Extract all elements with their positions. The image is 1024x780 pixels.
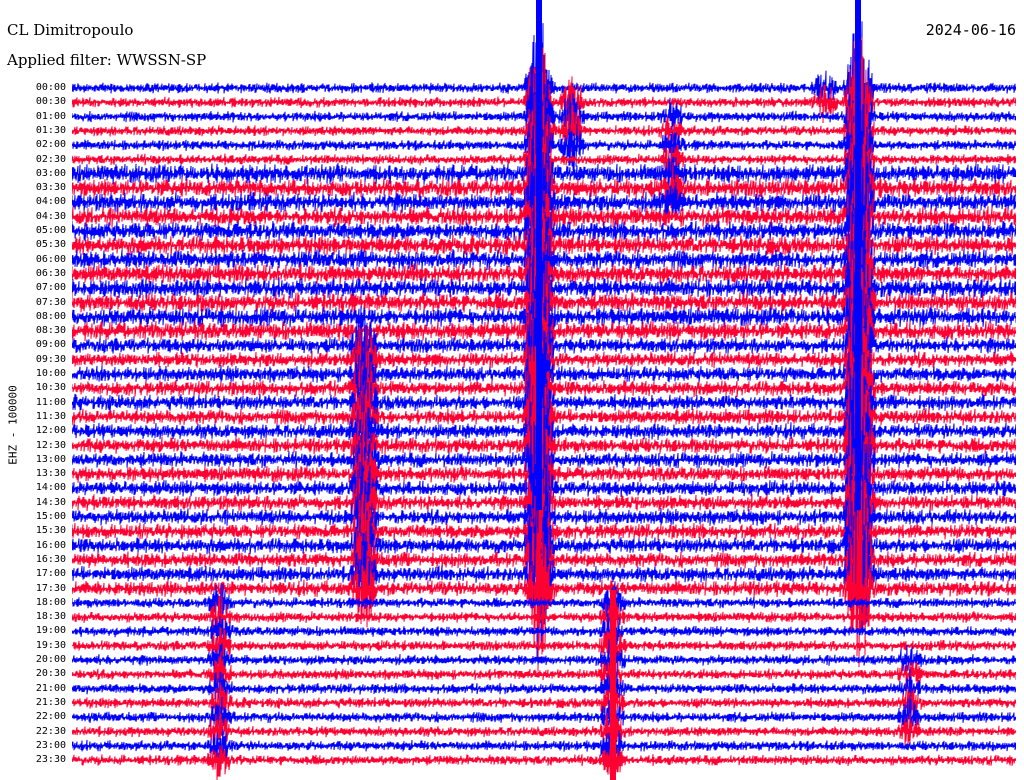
time-label: 18:30 (35, 611, 66, 623)
time-label: 15:30 (35, 525, 66, 537)
time-label: 20:00 (35, 654, 66, 665)
time-label: 19:00 (35, 625, 66, 637)
time-label: 03:00 (35, 167, 66, 179)
time-label: 20:30 (35, 668, 66, 680)
event-burst (536, 0, 542, 510)
time-label: 07:00 (35, 282, 66, 294)
time-label: 23:30 (35, 754, 66, 766)
time-label: 09:00 (35, 339, 66, 351)
time-label: 19:30 (35, 639, 66, 651)
time-label: 13:00 (35, 453, 66, 465)
time-label: 00:30 (35, 96, 66, 108)
time-label: 12:00 (35, 425, 66, 437)
time-label: 01:00 (35, 110, 66, 122)
time-label: 12:30 (35, 439, 66, 451)
seismogram-plot (72, 0, 1016, 780)
time-label: 23:00 (35, 739, 66, 751)
time-label: 01:30 (35, 124, 66, 136)
time-label: 17:00 (35, 568, 66, 580)
time-label: 22:30 (35, 725, 66, 737)
time-label: 04:30 (35, 210, 66, 222)
time-label: 13:30 (35, 468, 66, 480)
time-label: 11:30 (35, 410, 66, 422)
time-label: 05:00 (35, 225, 66, 236)
time-label: 11:00 (35, 396, 66, 408)
time-label: 02:30 (35, 153, 66, 165)
time-label: 08:00 (35, 310, 66, 322)
time-label: 10:30 (35, 382, 66, 394)
time-label: 14:30 (35, 496, 66, 508)
time-label: 09:30 (35, 353, 66, 365)
time-label: 02:00 (35, 139, 66, 151)
time-label: 04:00 (35, 196, 66, 208)
time-label: 18:00 (35, 596, 66, 608)
time-label: 14:00 (35, 482, 66, 494)
time-label: 16:30 (35, 553, 66, 565)
time-label: 03:30 (35, 182, 66, 194)
event-burst (855, 0, 861, 510)
time-label: 21:30 (35, 696, 66, 708)
time-label: 05:30 (35, 239, 66, 251)
time-label: 10:00 (35, 368, 66, 379)
time-axis-labels: 00:00 00:30 01:00 01:30 02:00 02:30 03:00 03:30… (0, 0, 66, 780)
time-label: 07:30 (35, 296, 66, 308)
time-label: 15:00 (35, 511, 66, 522)
time-label: 17:30 (35, 582, 66, 594)
time-label: 22:00 (35, 711, 66, 723)
event-burst (610, 590, 616, 780)
time-label: 06:30 (35, 267, 66, 279)
time-label: 00:00 (35, 82, 66, 93)
time-label: 06:00 (35, 253, 66, 265)
time-label: 08:30 (35, 325, 66, 337)
time-label: 16:00 (35, 539, 66, 551)
time-label: 21:00 (35, 682, 66, 694)
